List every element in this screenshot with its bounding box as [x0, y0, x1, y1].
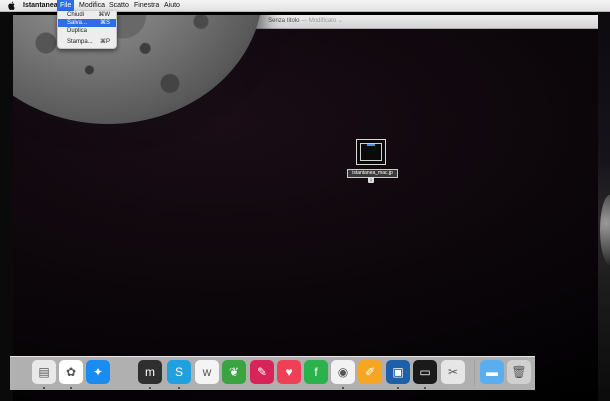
file-thumbnail-bar — [367, 144, 375, 146]
safari-icon[interactable]: ✦ — [86, 360, 110, 384]
menu-finestra[interactable]: Finestra — [134, 2, 159, 10]
photos-icon[interactable]: ✿ — [59, 360, 83, 384]
menu-modifica[interactable]: Modifica — [79, 2, 105, 10]
desktop-wallpaper-right — [598, 0, 610, 401]
feedly-icon[interactable]: f — [304, 360, 328, 384]
evernote-icon[interactable]: ❦ — [222, 360, 246, 384]
skype-icon[interactable]: S — [167, 360, 191, 384]
writer-icon[interactable]: w — [195, 360, 219, 384]
preview-icon[interactable]: ▤ — [32, 360, 56, 384]
menu-item-duplica[interactable]: Duplica — [58, 27, 116, 35]
menu-item-label: Chiudi — [67, 12, 85, 18]
menu-item-salva[interactable]: Salva... ⌘S — [58, 19, 116, 27]
running-indicator — [149, 387, 151, 389]
window-title-text: Senza titolo — [268, 18, 300, 24]
menu-item-shortcut: ⌘P — [99, 39, 110, 45]
menu-item-label: Stampa... — [67, 39, 93, 45]
pocket-icon[interactable]: ♥ — [277, 360, 301, 384]
apple-icon[interactable] — [8, 1, 16, 10]
running-indicator — [397, 387, 399, 389]
dock: ▤ ✿ ✦ m Sw ❦ ✎ ♥ f ◉ ✐ ▣ ▭ ✂ ▬ 🗑 — [10, 356, 535, 390]
menu-scatto[interactable]: Scatto — [109, 2, 129, 10]
screenshot-image-canvas: istantanea_mac.jp 1 — [13, 15, 598, 401]
file-thumbnail-icon[interactable] — [356, 139, 386, 165]
chevron-down-icon[interactable]: ⌄ — [338, 18, 343, 24]
menu-app-name[interactable]: Istantanea — [23, 2, 58, 10]
menu-item-shortcut: ⌘W — [98, 12, 110, 18]
trash-icon[interactable]: 🗑 — [507, 360, 531, 384]
mail-icon[interactable]: m — [138, 360, 162, 384]
menu-file[interactable]: File — [57, 0, 75, 11]
running-indicator — [424, 387, 426, 389]
menu-item-label: Salva... — [67, 20, 88, 26]
moon-image — [13, 15, 263, 124]
menu-item-stampa[interactable]: Stampa... ⌘P — [58, 38, 116, 46]
scrivener-icon[interactable]: ✎ — [250, 360, 274, 384]
pages-icon[interactable]: ✐ — [358, 360, 382, 384]
desktop-wallpaper-left — [0, 12, 13, 401]
menu-item-shortcut: ⌘S — [99, 20, 110, 26]
file-count-badge: 1 — [368, 177, 374, 183]
screenshot-window: Senza titolo — Modificato ⌄ istantanea_m… — [13, 15, 598, 401]
running-indicator — [43, 387, 45, 389]
chrome-icon[interactable]: ◉ — [331, 360, 355, 384]
menu-item-chiudi[interactable]: Chiudi ⌘W — [58, 11, 116, 19]
window-edited-status: — Modificato — [301, 18, 337, 24]
menu-aiuto[interactable]: Aiuto — [164, 2, 180, 10]
running-indicator — [70, 387, 72, 389]
menu-item-label: Duplica — [67, 28, 88, 34]
running-indicator — [178, 387, 180, 389]
wallpaper-moon-fragment — [600, 195, 610, 265]
running-indicator — [342, 387, 344, 389]
dock-divider — [474, 360, 475, 386]
terminal-icon[interactable]: ▭ — [413, 360, 437, 384]
screenshot-icon[interactable]: ✂ — [441, 360, 465, 384]
folder-icon[interactable]: ▬ — [480, 360, 504, 384]
virtualbox-icon[interactable]: ▣ — [386, 360, 410, 384]
file-menu-dropdown: Chiudi ⌘W Salva... ⌘S Duplica Stampa... … — [57, 11, 117, 49]
